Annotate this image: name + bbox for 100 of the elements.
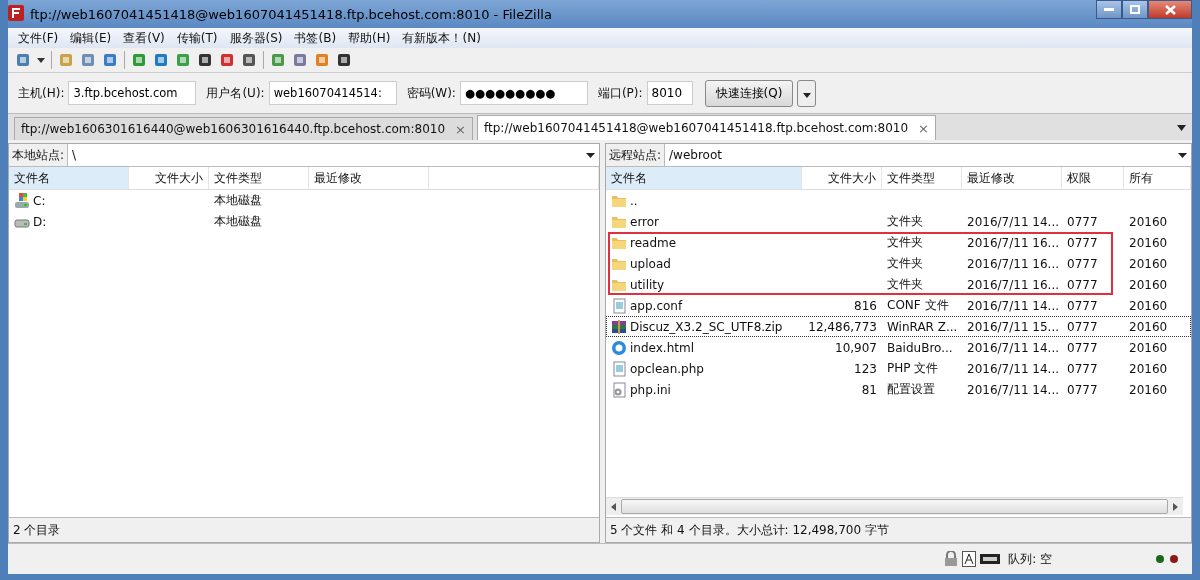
connection-tab[interactable]: ftp://web1607041451418@web1607041451418.ftp.bcehost.com:8010 × [477,115,936,140]
close-icon [1164,4,1176,15]
modified-date: 2016/7/11 14... [967,214,1060,229]
menu-item[interactable]: 书签(B) [288,29,343,47]
file-row[interactable]: Discuz_X3.2_SC_UTF8.zip 12,486,773 WinRAR Z... 2016/7/11 15... 0777 20160 [606,316,1191,337]
permissions: 0777 [1067,319,1098,334]
file-row[interactable]: upload 文件夹 2016/7/11 16... 0777 20160 [606,253,1191,274]
column-header[interactable]: 文件名 [9,167,129,189]
owner: 20160 [1129,361,1168,376]
file-size: 81 [861,382,877,397]
menu-item[interactable]: 有新版本！(N) [396,29,487,47]
file-name: error [630,214,660,229]
file-row[interactable]: opclean.php 123 PHP 文件 2016/7/11 14... 0777 20160 [606,358,1191,379]
column-header[interactable]: 最近修改 [309,167,429,189]
password-field[interactable]: ●●●●●●●●● [459,81,588,105]
file-type: WinRAR Z... [887,319,958,334]
file-type: BaiduBro... [887,340,953,355]
connection-tab[interactable]: ftp://web1606301616440@web1606301616440.ftp.bcehost.com:8010 × [14,117,473,140]
column-header[interactable]: 文件大小 [129,167,209,189]
permissions: 0777 [1067,361,1098,376]
file-name: php.ini [630,382,671,397]
maximize-icon [1130,5,1140,14]
file-size: 12,486,773 [808,319,877,334]
menu-item[interactable]: 文件(F) [12,29,65,47]
file-name: Discuz_X3.2_SC_UTF8.zip [630,319,783,334]
tab-label: ftp://web1607041451418@web1607041451418.ftp.bcehost.com:8010 [484,121,909,135]
username-field[interactable]: web16070414514: [268,81,397,105]
activity-light-icon [1170,555,1178,563]
file-name: C: [33,193,46,208]
modified-date: 2016/7/11 14... [967,382,1060,397]
quickconnect-button[interactable]: 快速连接(Q) [704,79,794,107]
column-header[interactable]: 文件大小 [802,167,882,189]
file-row[interactable]: utility 文件夹 2016/7/11 16... 0777 20160 [606,274,1191,295]
file-name: .. [630,193,638,208]
file-name: D: [33,214,47,229]
close-tab-button[interactable]: × [455,121,466,137]
close-button[interactable] [1148,0,1192,19]
column-header[interactable]: 所有 [1124,167,1191,189]
menu-item[interactable]: 服务器(S) [223,29,289,47]
local-path-field[interactable]: \ [67,144,599,166]
document-icon [611,360,627,377]
file-size: 816 [854,298,877,313]
dropdown-button[interactable] [797,79,817,107]
minimize-icon [1104,7,1114,12]
owner: 20160 [1129,319,1168,334]
file-type: CONF 文件 [887,297,949,314]
file-row[interactable]: .. [606,190,1191,211]
permissions: 0777 [1067,382,1098,397]
file-size: 123 [854,361,877,376]
file-row[interactable]: error 文件夹 2016/7/11 14... 0777 20160 [606,211,1191,232]
remote-path-field[interactable]: /webroot [664,144,1191,166]
file-type: PHP 文件 [887,360,939,377]
file-row[interactable]: php.ini 81 配置设置 2016/7/11 14... 0777 20160 [606,379,1191,400]
minimize-button[interactable] [1096,0,1122,19]
file-type: 文件夹 [887,276,923,293]
file-name: app.conf [630,298,683,313]
caret-icon[interactable] [34,51,55,69]
maximize-button[interactable] [1122,0,1148,19]
file-row[interactable]: readme 文件夹 2016/7/11 16... 0777 20160 [606,232,1191,253]
modified-date: 2016/7/11 16... [967,277,1060,292]
scroll-right-icon[interactable] [1173,502,1178,511]
permissions: 0777 [1067,340,1098,355]
port-label: 端口(P): [597,84,643,102]
file-row[interactable]: index.html 10,907 BaiduBro... 2016/7/11 14... 0777 20160 [606,337,1191,358]
modified-date: 2016/7/11 14... [967,340,1060,355]
permissions: 0777 [1067,256,1098,271]
password-label: 密码(W): [406,84,456,102]
window-title: ftp://web1607041451418@web1607041451418.ftp.bcehost.com:8010 - FileZilla [30,6,552,22]
archive-icon [611,318,627,335]
menu-item[interactable]: 传输(T) [170,29,224,47]
local-status-text: 2 个目录 [9,517,599,542]
owner: 20160 [1129,277,1168,292]
column-header[interactable]: 文件名 [606,167,802,189]
file-type: 文件夹 [887,213,923,230]
close-tab-button[interactable]: × [918,120,929,136]
horizontal-scrollbar[interactable] [606,497,1183,515]
menu-item[interactable]: 帮助(H) [342,29,397,47]
menu-item[interactable]: 编辑(E) [64,29,118,47]
column-header[interactable]: 文件类型 [209,167,309,189]
column-header[interactable]: 文件类型 [882,167,962,189]
host-field[interactable]: 3.ftp.bcehost.com [68,81,197,105]
owner: 20160 [1129,214,1168,229]
file-name: upload [630,256,671,271]
menu-item[interactable]: 查看(V) [117,29,171,47]
modified-date: 2016/7/11 16... [967,235,1060,250]
file-name: opclean.php [630,361,704,376]
file-name: readme [630,235,677,250]
port-field[interactable]: 8010 [646,81,693,105]
app-logo-icon [8,4,24,24]
file-row[interactable]: app.conf 816 CONF 文件 2016/7/11 14... 0777 20160 [606,295,1191,316]
host-label: 主机(H): [18,84,65,102]
modified-date: 2016/7/11 16... [967,256,1060,271]
column-header[interactable]: 权限 [1062,167,1124,189]
scroll-left-icon[interactable] [611,502,616,511]
tab-label: ftp://web1606301616440@web1606301616440.ftp.bcehost.com:8010 [21,122,446,136]
owner: 20160 [1129,298,1168,313]
gear-document-icon [611,381,627,398]
file-type: 配置设置 [887,381,935,398]
column-header[interactable]: 最近修改 [962,167,1062,189]
permissions: 0777 [1067,214,1098,229]
